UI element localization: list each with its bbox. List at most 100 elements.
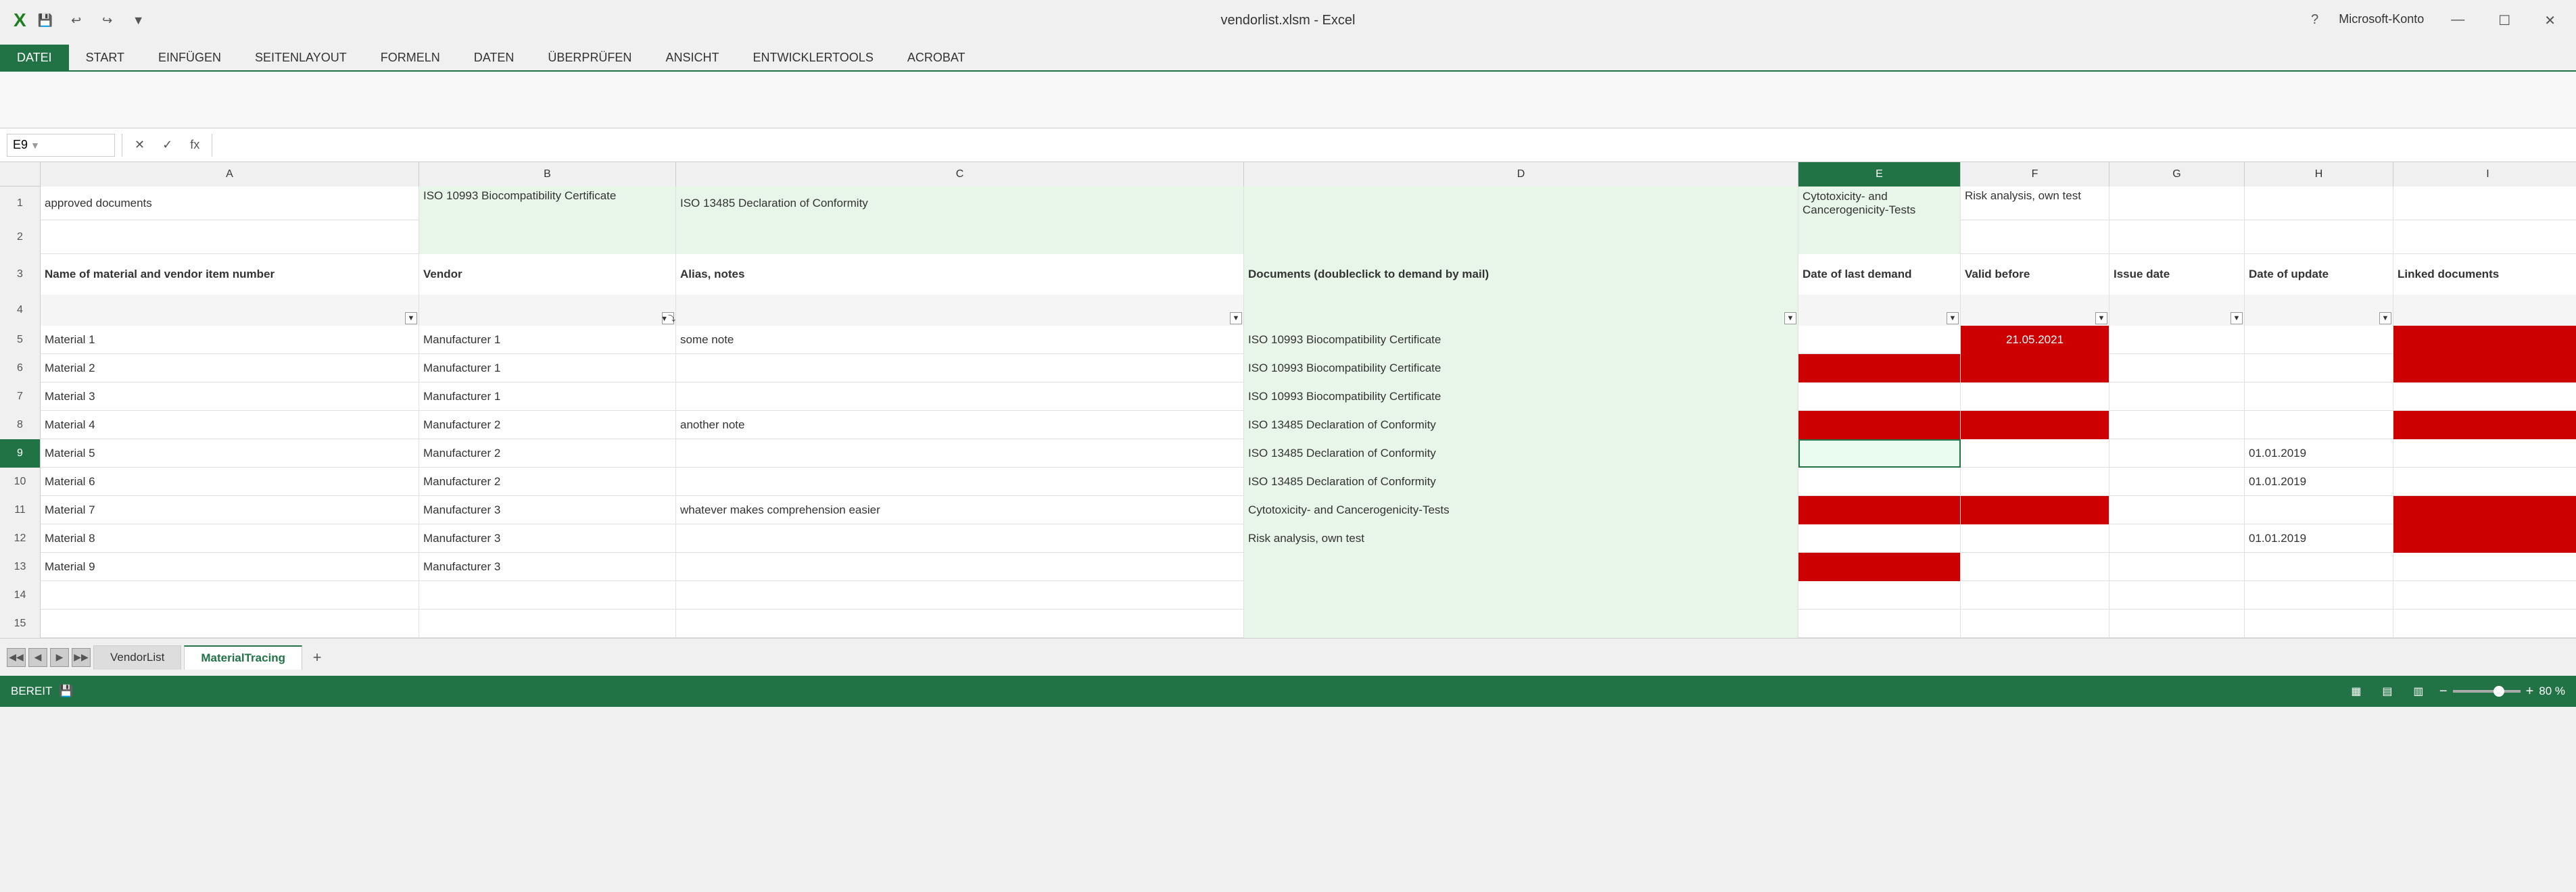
cell-D6[interactable]: ISO 10993 Biocompatibility Certificate <box>1244 354 1798 382</box>
col-header-B[interactable]: B <box>419 162 676 187</box>
cell-F15[interactable] <box>1961 610 2109 638</box>
cell-A8[interactable]: Material 4 <box>41 411 419 439</box>
tab-ansicht[interactable]: ANSICHT <box>648 45 736 70</box>
cell-D12[interactable]: Risk analysis, own test <box>1244 524 1798 553</box>
cell-D5[interactable]: ISO 10993 Biocompatibility Certificate <box>1244 326 1798 354</box>
cell-H10[interactable]: 01.01.2019 <box>2245 468 2393 496</box>
cell-E14[interactable] <box>1798 581 1961 610</box>
tab-daten[interactable]: DATEN <box>457 45 531 70</box>
cell-E5[interactable] <box>1798 326 1961 354</box>
cell-H13[interactable] <box>2245 553 2393 581</box>
cell-D15[interactable] <box>1244 610 1798 638</box>
cell-A15[interactable] <box>41 610 419 638</box>
col-header-G[interactable]: G <box>2109 162 2245 187</box>
normal-view-button[interactable]: ▦ <box>2346 681 2366 701</box>
cell-D10[interactable]: ISO 13485 Declaration of Conformity <box>1244 468 1798 496</box>
minimize-button[interactable]: — <box>2444 12 2471 29</box>
cell-I11[interactable] <box>2393 496 2576 524</box>
cell-E10[interactable] <box>1798 468 1961 496</box>
sheet-tab-materialtracing[interactable]: MaterialTracing <box>184 645 302 670</box>
cell-E8[interactable] <box>1798 411 1961 439</box>
cell-C8[interactable]: another note <box>676 411 1244 439</box>
col-header-F[interactable]: F <box>1961 162 2109 187</box>
col-header-C[interactable]: C <box>676 162 1244 187</box>
cell-C15[interactable] <box>676 610 1244 638</box>
cell-E7[interactable] <box>1798 382 1961 411</box>
header-cell-last-demand[interactable]: Date of last demand <box>1798 254 1961 295</box>
zoom-minus-button[interactable]: − <box>2439 684 2448 699</box>
cell-E9[interactable] <box>1798 439 1961 468</box>
cell-B10[interactable]: Manufacturer 2 <box>419 468 676 496</box>
help-button[interactable]: ? <box>2311 12 2318 29</box>
cell-E2[interactable] <box>1798 220 1961 254</box>
cell-G11[interactable] <box>2109 496 2245 524</box>
cell-D11[interactable]: Cytotoxicity- and Cancerogenicity-Tests <box>1244 496 1798 524</box>
cell-I12[interactable] <box>2393 524 2576 553</box>
cell-I8[interactable] <box>2393 411 2576 439</box>
filter-btn-A[interactable]: ▼ <box>405 312 417 324</box>
col-header-I[interactable]: I <box>2393 162 2576 187</box>
cell-G10[interactable] <box>2109 468 2245 496</box>
header-cell-alias[interactable]: Alias, notes <box>676 254 1244 295</box>
filter-btn-C[interactable]: ▼ <box>1230 312 1242 324</box>
cell-C13[interactable] <box>676 553 1244 581</box>
tab-einfuegen[interactable]: EINFÜGEN <box>141 45 238 70</box>
cell-C12[interactable] <box>676 524 1244 553</box>
formula-input[interactable] <box>219 134 2569 157</box>
zoom-plus-button[interactable]: + <box>2526 684 2534 699</box>
cell-B6[interactable]: Manufacturer 1 <box>419 354 676 382</box>
cell-F13[interactable] <box>1961 553 2109 581</box>
header-cell-valid-before[interactable]: Valid before <box>1961 254 2109 295</box>
filter-cell-A[interactable]: ▼ <box>41 295 419 326</box>
cell-F12[interactable] <box>1961 524 2109 553</box>
cell-E11[interactable] <box>1798 496 1961 524</box>
filter-btn-H[interactable]: ▼ <box>2379 312 2391 324</box>
cell-F5[interactable]: 21.05.2021 <box>1961 326 2109 354</box>
filter-cell-G[interactable]: ▼ <box>2109 295 2245 326</box>
window-controls[interactable]: ? Microsoft-Konto — ☐ ✕ <box>2311 12 2562 29</box>
cell-I13[interactable] <box>2393 553 2576 581</box>
cell-A11[interactable]: Material 7 <box>41 496 419 524</box>
cell-A2[interactable] <box>41 220 419 254</box>
tab-datei[interactable]: DATEI <box>0 45 69 70</box>
cell-G9[interactable] <box>2109 439 2245 468</box>
cell-I9[interactable] <box>2393 439 2576 468</box>
add-sheet-button[interactable]: + <box>305 645 329 670</box>
cell-H15[interactable] <box>2245 610 2393 638</box>
cell-F11[interactable] <box>1961 496 2109 524</box>
cell-A10[interactable]: Material 6 <box>41 468 419 496</box>
cell-F1[interactable]: Risk analysis, own test <box>1961 187 2109 220</box>
tab-seitenlayout[interactable]: SEITENLAYOUT <box>238 45 364 70</box>
cell-H2[interactable] <box>2245 220 2393 254</box>
header-cell-documents[interactable]: Documents (doubleclick to demand by mail… <box>1244 254 1798 295</box>
cell-C6[interactable] <box>676 354 1244 382</box>
cell-I14[interactable] <box>2393 581 2576 610</box>
user-account-label[interactable]: Microsoft-Konto <box>2339 12 2424 29</box>
cell-H14[interactable] <box>2245 581 2393 610</box>
filter-cell-F[interactable]: ▼ <box>1961 295 2109 326</box>
filter-cell-D[interactable]: ▼ <box>1244 295 1798 326</box>
cell-G14[interactable] <box>2109 581 2245 610</box>
sheet-nav-first[interactable]: ◀◀ <box>7 648 26 667</box>
cell-B9[interactable]: Manufacturer 2 <box>419 439 676 468</box>
cell-B2[interactable] <box>419 220 676 254</box>
cell-C10[interactable] <box>676 468 1244 496</box>
cell-I10[interactable] <box>2393 468 2576 496</box>
col-header-H[interactable]: H <box>2245 162 2393 187</box>
cell-I15[interactable] <box>2393 610 2576 638</box>
cell-B8[interactable]: Manufacturer 2 <box>419 411 676 439</box>
cell-I5[interactable] <box>2393 326 2576 354</box>
cell-G2[interactable] <box>2109 220 2245 254</box>
cell-F6[interactable] <box>1961 354 2109 382</box>
cell-G6[interactable] <box>2109 354 2245 382</box>
cell-D9[interactable]: ISO 13485 Declaration of Conformity <box>1244 439 1798 468</box>
page-layout-view-button[interactable]: ▤ <box>2377 681 2398 701</box>
cell-F8[interactable] <box>1961 411 2109 439</box>
cell-H8[interactable] <box>2245 411 2393 439</box>
filter-btn-F[interactable]: ▼ <box>2095 312 2107 324</box>
header-cell-vendor[interactable]: Vendor <box>419 254 676 295</box>
filter-cell-I[interactable] <box>2393 295 2576 326</box>
header-cell-name[interactable]: Name of material and vendor item number <box>41 254 419 295</box>
cancel-formula-icon[interactable]: ✕ <box>129 138 150 152</box>
cell-A1[interactable]: approved documents <box>41 187 419 220</box>
